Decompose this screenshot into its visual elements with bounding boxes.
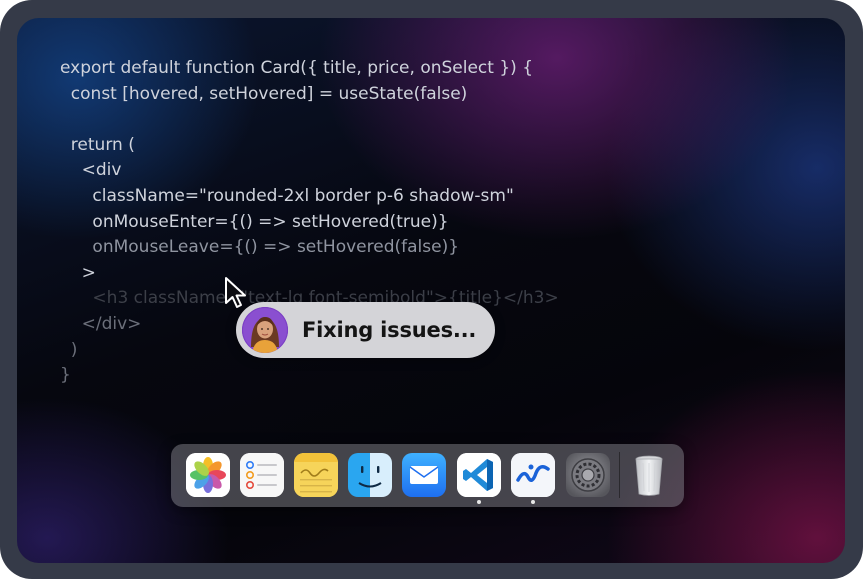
notes-icon — [294, 453, 338, 497]
dock-item-system-settings[interactable] — [566, 453, 610, 497]
code-line: className="rounded-2xl border p-6 shadow… — [60, 185, 514, 206]
agent-status-pill: Fixing issues... — [236, 302, 495, 358]
dock-item-photos[interactable] — [186, 453, 230, 497]
dock-item-trash[interactable] — [627, 453, 671, 497]
code-line: return ( — [60, 134, 135, 155]
finder-icon — [348, 453, 392, 497]
mail-icon — [402, 453, 446, 497]
code-line: > — [60, 262, 96, 283]
windsurf-icon — [511, 453, 555, 497]
code-line: const [hovered, setHovered] = useState(f… — [60, 83, 468, 104]
device-frame: export default function Card({ title, pr… — [0, 0, 863, 579]
running-indicator — [477, 500, 481, 504]
code-line: onMouseEnter={() => setHovered(true)} — [60, 211, 449, 232]
dock-item-vscode[interactable] — [457, 453, 501, 497]
photos-icon — [186, 453, 230, 497]
dock-separator — [619, 452, 620, 498]
reminders-icon — [240, 453, 284, 497]
code-line: export default function Card({ title, pr… — [60, 58, 534, 78]
code-line: <div — [60, 160, 122, 181]
vscode-icon — [457, 453, 501, 497]
code-line: onMouseLeave={() => setHovered(false)} — [60, 237, 460, 258]
dock-item-mail[interactable] — [402, 453, 446, 497]
dock-item-notes[interactable] — [294, 453, 338, 497]
agent-avatar — [242, 307, 288, 353]
trash-icon — [635, 455, 663, 496]
mouse-cursor-icon — [225, 277, 246, 308]
running-indicator — [531, 500, 535, 504]
dock-item-finder[interactable] — [348, 453, 392, 497]
dock-item-windsurf[interactable] — [511, 453, 555, 497]
code-line: } — [60, 365, 71, 386]
status-text: Fixing issues... — [302, 318, 477, 342]
dock-item-reminders[interactable] — [240, 453, 284, 497]
settings-gear-icon — [566, 453, 610, 497]
